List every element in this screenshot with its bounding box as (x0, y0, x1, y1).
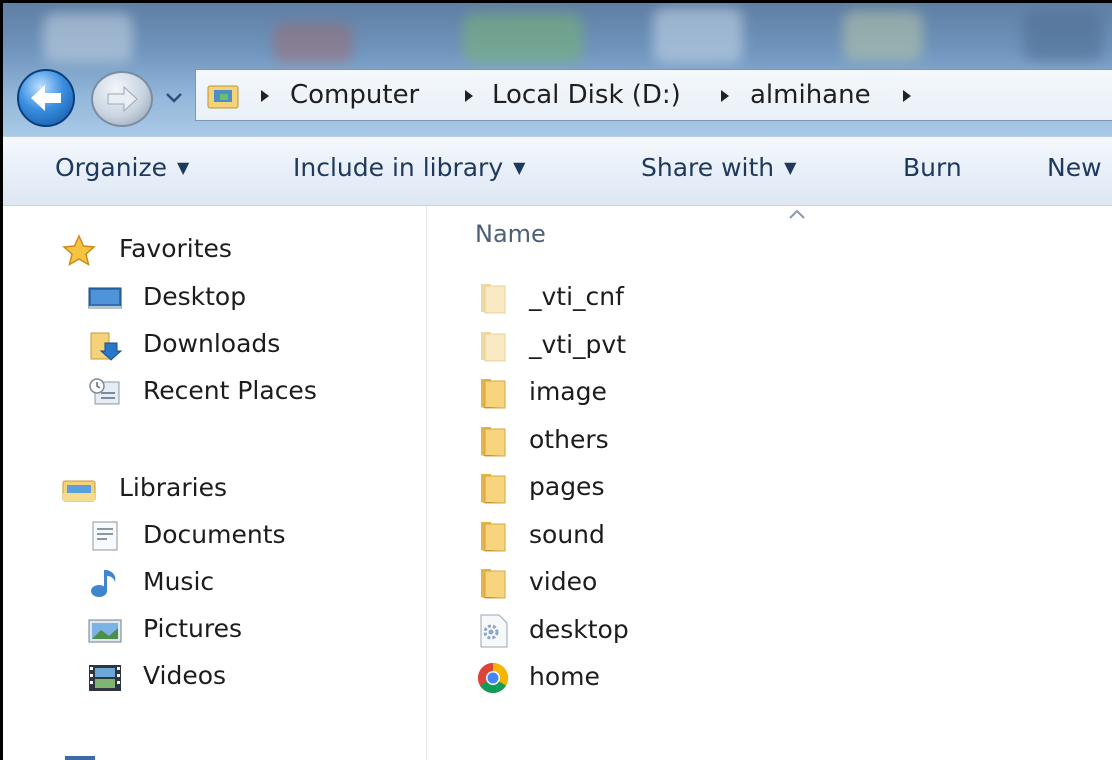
sidebar-item-label: Recent Places (143, 376, 317, 405)
libraries-icon (62, 480, 96, 502)
chevron-down-icon: ▼ (177, 158, 190, 177)
sidebar-item-favorites[interactable]: Favorites (61, 232, 361, 272)
sidebar-item-label: Favorites (119, 234, 232, 263)
navigation-pane: Favorites Desktop Downloads Recent Place… (3, 206, 427, 760)
title-bar: Computer Local Disk (D:) almihane (3, 3, 1112, 136)
breadcrumb-separator-icon[interactable] (900, 86, 914, 106)
folder-icon (475, 470, 511, 506)
file-name: _vti_cnf (529, 282, 624, 311)
settings-file-icon (475, 613, 511, 649)
share-with-label: Share with (641, 153, 775, 182)
computer-folder-icon (207, 85, 239, 109)
pictures-icon (88, 619, 122, 643)
new-folder-button[interactable]: New (1047, 153, 1102, 182)
file-list-item[interactable]: sound (475, 516, 875, 560)
file-name: _vti_pvt (529, 329, 627, 359)
share-with-button[interactable]: Share with ▼ (641, 153, 796, 182)
documents-icon (92, 521, 118, 551)
sidebar-item-music[interactable]: Music (87, 565, 387, 605)
file-name: image (529, 377, 607, 406)
file-name: others (529, 424, 609, 454)
downloads-folder-icon (90, 332, 123, 361)
column-header-label: Name (475, 220, 546, 248)
breadcrumb-computer[interactable]: Computer (290, 80, 419, 110)
file-name: desktop (529, 614, 629, 644)
music-note-icon (91, 570, 116, 597)
sidebar-item-videos[interactable]: Videos (87, 659, 387, 699)
breadcrumb-separator-icon[interactable] (718, 86, 732, 106)
chrome-icon (475, 660, 511, 696)
include-in-library-label: Include in library (293, 153, 504, 182)
file-list-item[interactable]: _vti_pvt (475, 326, 875, 370)
chevron-down-icon: ▼ (513, 158, 526, 177)
name-column-header[interactable]: Name (475, 220, 546, 248)
file-list-item[interactable]: home (475, 658, 875, 702)
file-name: pages (529, 472, 605, 501)
sidebar-item-desktop[interactable]: Desktop (87, 280, 387, 320)
file-list: Name _vti_cnf _vti_pvtimage others pages sou… (427, 206, 1112, 760)
sidebar-item-label: Downloads (143, 329, 281, 358)
folder-icon (475, 565, 511, 601)
file-list-item[interactable]: _vti_cnf (475, 278, 875, 322)
organize-button[interactable]: Organize ▼ (55, 153, 189, 182)
file-name: sound (529, 519, 605, 549)
sidebar-item-documents[interactable]: Documents (87, 518, 387, 558)
back-arrow-icon (31, 85, 61, 111)
forward-arrow-icon (107, 85, 138, 113)
file-list-item[interactable]: video (475, 563, 875, 607)
forward-button[interactable] (91, 71, 153, 127)
breadcrumb-local-disk[interactable]: Local Disk (D:) (492, 80, 681, 110)
file-name: video (529, 567, 598, 596)
sidebar-item-recent-places[interactable]: Recent Places (87, 374, 407, 414)
sidebar-item-label: Documents (143, 520, 286, 549)
sidebar-item-label: Pictures (143, 614, 242, 643)
include-in-library-button[interactable]: Include in library ▼ (293, 153, 525, 182)
file-name: home (529, 662, 600, 691)
recent-pages-dropdown-icon[interactable] (163, 87, 185, 107)
breadcrumb-separator-icon[interactable] (462, 86, 476, 106)
organize-label: Organize (55, 153, 167, 182)
folder-icon (475, 375, 511, 411)
folder-faded-icon (475, 280, 511, 316)
sidebar-item-libraries[interactable]: Libraries (61, 471, 361, 511)
sidebar-item-label: Desktop (143, 282, 247, 311)
sidebar-item-label: Videos (143, 661, 227, 690)
sort-ascending-icon (789, 209, 805, 219)
explorer-window: Computer Local Disk (D:) almihane Organi… (0, 0, 1112, 760)
burn-label: Burn (903, 153, 962, 182)
breadcrumb-separator-icon[interactable] (258, 86, 272, 106)
folder-faded-icon (475, 328, 511, 364)
address-bar[interactable]: Computer Local Disk (D:) almihane (195, 69, 1112, 121)
file-list-item[interactable]: image (475, 373, 875, 417)
star-icon (62, 234, 96, 266)
back-button[interactable] (17, 69, 75, 127)
chevron-down-icon: ▼ (784, 158, 797, 177)
sidebar-item-label: Libraries (119, 473, 227, 502)
sidebar-item-pictures[interactable]: Pictures (87, 612, 387, 652)
command-bar: Organize ▼ Include in library ▼ Share with… (3, 136, 1112, 206)
file-list-item[interactable]: pages (475, 468, 875, 512)
file-list-item[interactable]: others (475, 421, 875, 465)
sidebar-item-downloads[interactable]: Downloads (87, 327, 387, 367)
folder-icon (475, 518, 511, 554)
folder-icon (475, 423, 511, 459)
new-folder-label: New (1047, 153, 1102, 182)
breadcrumb-almihane[interactable]: almihane (750, 80, 871, 110)
file-list-item[interactable]: desktop (475, 611, 875, 655)
burn-button[interactable]: Burn (903, 153, 962, 182)
film-strip-icon (89, 665, 121, 691)
homegroup-icon[interactable] (65, 754, 97, 760)
sidebar-item-label: Music (143, 567, 215, 596)
recent-places-icon (89, 378, 120, 405)
desktop-icon (88, 287, 122, 309)
